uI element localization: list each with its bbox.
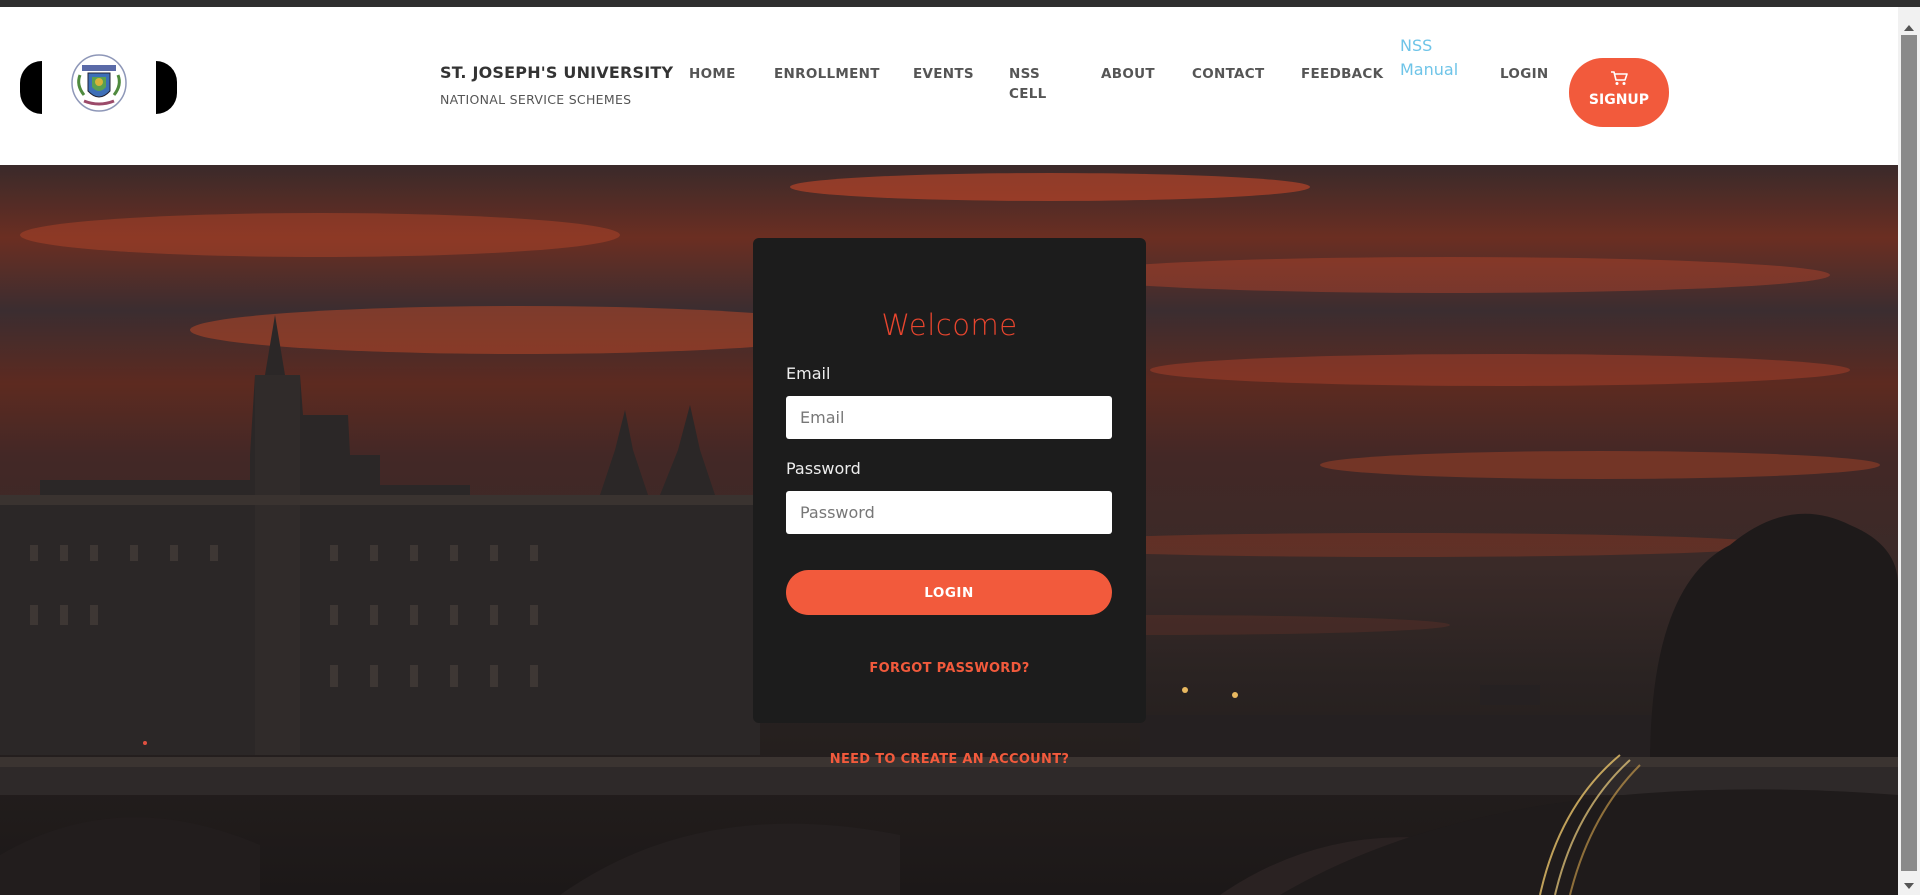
nav-events[interactable]: EVENTS <box>913 64 974 84</box>
nav-home[interactable]: HOME <box>689 64 736 84</box>
nav-about[interactable]: ABOUT <box>1101 64 1155 84</box>
scroll-down-arrow-icon[interactable] <box>1904 883 1914 889</box>
nav-nss-cell-line2: CELL <box>1009 86 1047 102</box>
brand-block: ST. JOSEPH'S UNIVERSITY NATIONAL SERVICE… <box>440 63 673 107</box>
browser-top-strip <box>0 0 1920 7</box>
forgot-password-link[interactable]: FORGOT PASSWORD? <box>753 661 1146 676</box>
email-field[interactable] <box>786 396 1112 439</box>
nav-nss-cell-line1: NSS <box>1009 66 1041 82</box>
password-field[interactable] <box>786 491 1112 534</box>
scroll-up-arrow-icon[interactable] <box>1904 25 1914 31</box>
site-header: ST. JOSEPH'S UNIVERSITY NATIONAL SERVICE… <box>0 7 1898 165</box>
nav-nss-manual-line2: Manual <box>1400 60 1459 79</box>
cart-icon <box>1611 71 1628 85</box>
scroll-thumb[interactable] <box>1901 35 1917 871</box>
brand-title: ST. JOSEPH'S UNIVERSITY <box>440 63 674 82</box>
nav-login[interactable]: LOGIN <box>1500 64 1549 84</box>
welcome-heading: Welcome <box>881 308 1018 342</box>
university-crest-icon <box>71 54 127 112</box>
create-account-link[interactable]: NEED TO CREATE AN ACCOUNT? <box>753 752 1146 767</box>
logo-right-shape <box>156 61 177 114</box>
nav-feedback[interactable]: FEEDBACK <box>1301 64 1383 84</box>
signup-button[interactable]: SIGNUP <box>1569 58 1669 127</box>
nav-nss-cell[interactable]: NSS CELL <box>1009 64 1047 104</box>
password-label: Password <box>786 459 861 478</box>
nav-nss-manual[interactable]: NSS Manual <box>1400 34 1458 82</box>
nav-enrollment[interactable]: ENROLLMENT <box>774 64 880 84</box>
login-card: Welcome Email Password LOGIN FORGOT PASS… <box>753 238 1146 723</box>
site-logo[interactable] <box>20 53 177 115</box>
email-label: Email <box>786 364 831 383</box>
signup-label: SIGNUP <box>1588 92 1650 108</box>
nav-contact[interactable]: CONTACT <box>1192 64 1265 84</box>
logo-left-shape <box>20 61 42 114</box>
login-submit-button[interactable]: LOGIN <box>786 570 1112 615</box>
brand-subtitle: NATIONAL SERVICE SCHEMES <box>440 92 632 107</box>
nav-nss-manual-line1: NSS <box>1400 36 1433 55</box>
page-scrollbar[interactable] <box>1898 7 1920 895</box>
